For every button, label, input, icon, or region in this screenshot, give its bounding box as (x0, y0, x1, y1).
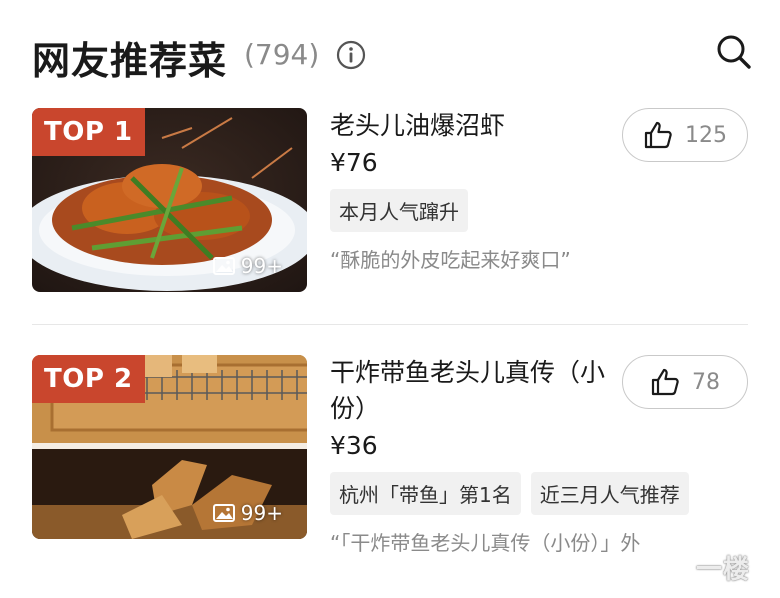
tag[interactable]: 近三月人气推荐 (530, 472, 689, 515)
like-count: 125 (685, 122, 727, 148)
rank-badge: TOP 2 (32, 355, 145, 403)
review-quote[interactable]: “「干炸带鱼老头儿真传（小份）」外 (330, 527, 640, 556)
dish-card[interactable]: TOP 1 99+ 老头儿油爆沼虾 ¥76 本月人气蹿升 “酥脆的外皮吃起来好爽… (32, 108, 748, 298)
like-count: 78 (692, 369, 720, 395)
review-quote[interactable]: “酥脆的外皮吃起来好爽口” (330, 244, 630, 273)
dish-price: ¥76 (330, 148, 378, 177)
dish-name[interactable]: 干炸带鱼老头儿真传（小份） (330, 355, 630, 427)
divider (32, 324, 748, 325)
dish-info: 老头儿油爆沼虾 ¥76 本月人气蹿升 “酥脆的外皮吃起来好爽口” (330, 108, 630, 273)
photo-count[interactable]: 99+ (212, 501, 283, 525)
recommend-count: (794) (244, 38, 320, 71)
dish-name[interactable]: 老头儿油爆沼虾 (330, 108, 630, 144)
dish-photo[interactable]: TOP 2 99+ (32, 355, 307, 539)
dish-photo[interactable]: TOP 1 99+ (32, 108, 307, 292)
dish-info: 干炸带鱼老头儿真传（小份） ¥36 杭州「带鱼」第1名 近三月人气推荐 “「干炸… (330, 355, 689, 556)
search-icon[interactable] (716, 34, 752, 70)
dish-price: ¥36 (330, 431, 378, 460)
rank-badge: TOP 1 (32, 108, 145, 156)
image-icon (212, 257, 235, 275)
image-icon (212, 504, 235, 522)
photo-count-label: 99+ (240, 254, 283, 278)
tag-list: 杭州「带鱼」第1名 近三月人气推荐 (330, 472, 689, 515)
section-header: 网友推荐菜 (794) (32, 28, 752, 83)
thumbs-up-icon (651, 368, 679, 396)
like-button[interactable]: 78 (622, 355, 748, 409)
section-title: 网友推荐菜 (32, 39, 228, 83)
tag-list: 本月人气蹿升 (330, 189, 630, 232)
thumbs-up-icon (644, 121, 672, 149)
tag[interactable]: 本月人气蹿升 (330, 189, 468, 232)
info-icon[interactable] (336, 40, 366, 70)
photo-count-label: 99+ (240, 501, 283, 525)
dish-card[interactable]: TOP 2 99+ 干炸带鱼老头儿真传（小份） ¥36 杭州「带鱼」第1名 近三… (32, 355, 748, 591)
like-button[interactable]: 125 (622, 108, 748, 162)
watermark: 一楼 (695, 555, 750, 585)
photo-count[interactable]: 99+ (212, 254, 283, 278)
tag[interactable]: 杭州「带鱼」第1名 (330, 472, 521, 515)
